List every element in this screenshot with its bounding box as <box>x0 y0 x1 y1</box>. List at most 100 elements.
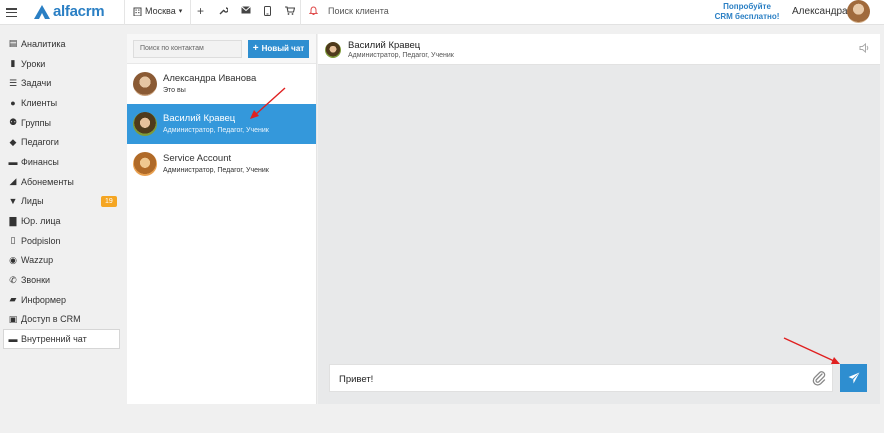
divider <box>300 0 301 25</box>
contact-name: Василий Кравец <box>163 112 236 124</box>
sidebar-item-analytics[interactable]: ▤ Аналитика <box>0 34 122 54</box>
phone-icon: ✆ <box>9 274 17 285</box>
contact-name: Service Account <box>163 152 232 164</box>
chat-panel: Василий Кравец Администратор, Педагог, У… <box>318 34 880 404</box>
sidebar-item-label: Podpislon <box>21 235 61 246</box>
promo-link[interactable]: Попробуйте CRM бесплатно! <box>712 2 782 22</box>
users-icon: ⚉ <box>8 117 18 128</box>
sidebar-item-crm-access[interactable]: ▣ Доступ в CRM <box>0 310 122 330</box>
sidebar-item-label: Финансы <box>21 156 59 167</box>
branch-select[interactable]: Москва ▾ <box>133 6 182 16</box>
sidebar-item-label: Wazzup <box>21 255 54 266</box>
logo[interactable]: alfacrm <box>34 3 105 20</box>
contact-avatar <box>133 112 157 136</box>
chat-contact-name: Василий Кравец <box>348 40 421 51</box>
whatsapp-icon: ◉ <box>9 254 17 265</box>
sidebar-item-leads[interactable]: ▼ Лиды 19 <box>0 192 122 212</box>
contact-name: Александра Иванова <box>163 72 257 84</box>
document-icon: ▯ <box>10 235 16 246</box>
sidebar-item-label: Информер <box>21 294 67 305</box>
client-search-input[interactable] <box>328 6 448 16</box>
building-icon <box>133 7 142 16</box>
mobile-icon[interactable] <box>264 6 271 20</box>
sidebar-item-clients[interactable]: ● Клиенты <box>0 93 122 113</box>
analytics-icon: ▤ <box>8 38 18 49</box>
top-bar: alfacrm Москва ▾ + Попробуйте CRM беспла… <box>0 0 884 25</box>
paperclip-icon[interactable] <box>812 370 828 388</box>
promo-line-2: CRM бесплатно! <box>714 12 780 21</box>
contact-item[interactable]: Александра Иванова Это вы <box>127 64 316 104</box>
sidebar-item-podpislon[interactable]: ▯ Podpislon <box>0 231 122 251</box>
sidebar-item-label: Звонки <box>21 275 51 286</box>
cart-icon[interactable] <box>285 6 296 19</box>
sidebar-item-label: Клиенты <box>21 97 58 108</box>
new-chat-button[interactable]: + Новый чат <box>248 39 309 58</box>
sidebar: ▤ Аналитика ▮ Уроки ☰ Задачи ● Клиенты ⚉… <box>0 34 122 349</box>
sidebar-item-label: Абонементы <box>21 176 74 187</box>
chat-avatar <box>325 42 341 58</box>
chat-header: Василий Кравец Администратор, Педагог, У… <box>318 34 880 65</box>
money-icon: ▬ <box>8 156 18 167</box>
sidebar-item-label: Аналитика <box>21 38 66 49</box>
sidebar-item-calls[interactable]: ✆ Звонки <box>0 270 122 290</box>
divider <box>190 0 191 25</box>
plus-icon[interactable]: + <box>197 5 204 17</box>
sidebar-item-groups[interactable]: ⚉ Группы <box>0 113 122 133</box>
chat-icon: ▬ <box>8 334 18 345</box>
send-button[interactable] <box>840 364 867 392</box>
sidebar-item-label: Внутренний чат <box>21 334 87 345</box>
contact-item-selected[interactable]: Василий Кравец Администратор, Педагог, У… <box>127 104 316 144</box>
envelope-icon[interactable] <box>241 6 251 18</box>
sidebar-item-tasks[interactable]: ☰ Задачи <box>0 73 122 93</box>
logo-text: alfacrm <box>53 3 105 20</box>
contact-role: Это вы <box>163 86 186 94</box>
promo-line-1: Попробуйте <box>723 2 771 11</box>
contact-role: Администратор, Педагог, Ученик <box>163 166 269 174</box>
sidebar-item-label: Уроки <box>21 58 46 69</box>
plus-icon: + <box>252 43 259 54</box>
message-box <box>329 364 833 392</box>
sidebar-item-label: Задачи <box>21 78 52 89</box>
contacts-header: + Новый чат <box>127 34 316 64</box>
comment-icon: ▰ <box>9 294 17 305</box>
sidebar-item-label: Доступ в CRM <box>21 314 81 325</box>
divider <box>124 0 125 25</box>
sidebar-item-teachers[interactable]: ◆ Педагоги <box>0 132 122 152</box>
new-chat-label: Новый чат <box>261 44 305 53</box>
tag-icon: ◢ <box>9 176 17 187</box>
sidebar-item-subscriptions[interactable]: ◢ Абонементы <box>0 172 122 192</box>
chat-contact-role: Администратор, Педагог, Ученик <box>348 52 454 59</box>
book-icon: ▮ <box>10 58 16 69</box>
sidebar-item-label: Педагоги <box>21 137 59 148</box>
contact-avatar <box>133 152 157 176</box>
lock-icon: ▣ <box>8 313 18 324</box>
sidebar-item-informer[interactable]: ▰ Информер <box>0 290 122 310</box>
leads-count-badge: 19 <box>101 195 117 207</box>
sidebar-item-legal-entities[interactable]: ▇ Юр. лица <box>0 211 122 231</box>
contact-search-input[interactable] <box>133 39 242 58</box>
sidebar-item-lessons[interactable]: ▮ Уроки <box>0 54 122 74</box>
paper-plane-icon <box>848 372 859 384</box>
contact-avatar <box>133 72 157 96</box>
branch-label: Москва <box>145 6 176 16</box>
message-input[interactable] <box>339 371 799 387</box>
contact-item[interactable]: Service Account Администратор, Педагог, … <box>127 144 316 184</box>
bell-icon[interactable] <box>308 6 319 20</box>
menu-icon[interactable] <box>6 8 17 17</box>
briefcase-icon: ▇ <box>9 215 17 226</box>
contact-role: Администратор, Педагог, Ученик <box>163 126 269 134</box>
user-name[interactable]: Александра <box>792 6 848 17</box>
funnel-icon: ▼ <box>8 196 18 207</box>
user-avatar[interactable] <box>847 0 870 23</box>
speaker-icon[interactable] <box>859 42 870 56</box>
sidebar-item-label: Юр. лица <box>21 216 61 227</box>
sidebar-item-internal-chat[interactable]: ▬ Внутренний чат <box>3 329 120 349</box>
sidebar-item-finance[interactable]: ▬ Финансы <box>0 152 122 172</box>
wrench-icon[interactable] <box>219 6 229 19</box>
alfacrm-logo-icon <box>34 5 50 19</box>
user-icon: ● <box>10 97 16 108</box>
caret-down-icon: ▾ <box>178 8 183 15</box>
sidebar-item-wazzup[interactable]: ◉ Wazzup <box>0 251 122 271</box>
graduation-cap-icon: ◆ <box>9 136 17 147</box>
sidebar-item-label: Группы <box>21 117 51 128</box>
